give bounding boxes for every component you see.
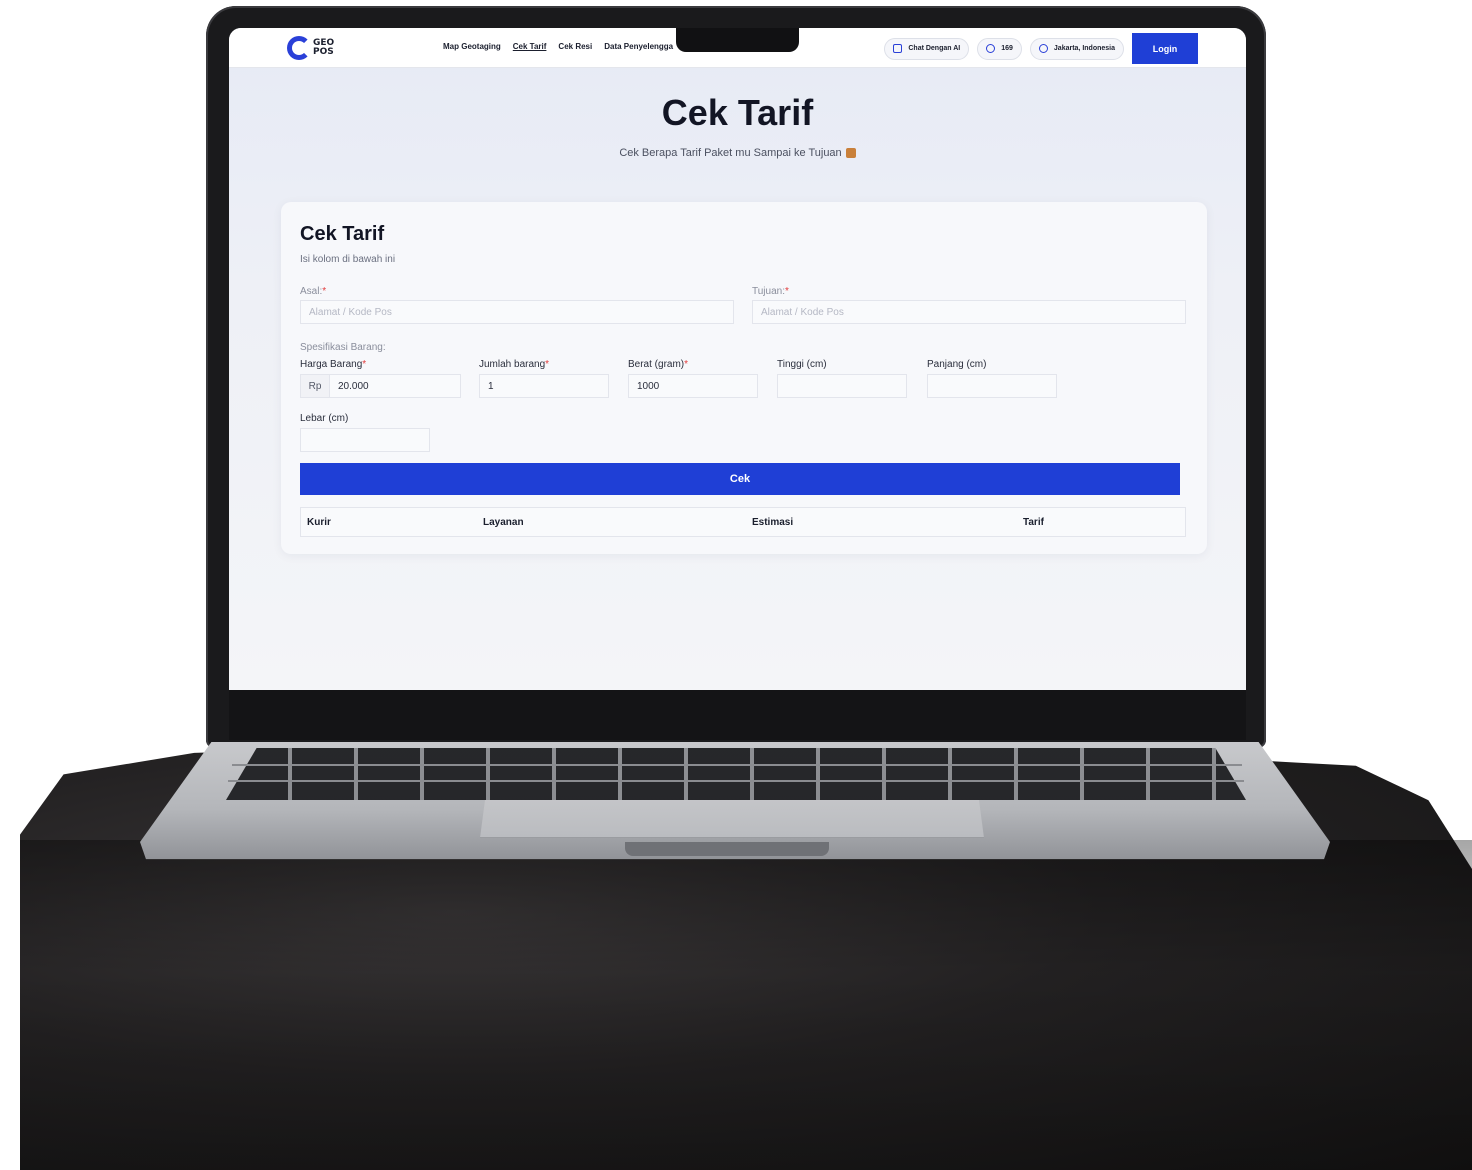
geopos-logo[interactable]: GEO POS <box>287 36 339 60</box>
required-mark: * <box>545 359 550 370</box>
laptop-trackpad <box>480 800 984 838</box>
jumlah-label: Jumlah barang* <box>479 359 549 370</box>
logo-g-icon <box>287 36 311 60</box>
jumlah-input[interactable]: 1 <box>479 374 609 398</box>
keyboard-row-gap <box>232 764 1242 766</box>
nav-link-data-penyelenggara[interactable]: Data Penyelengga <box>604 42 673 51</box>
harga-label: Harga Barang* <box>300 359 366 370</box>
laptop-keyboard <box>226 748 1246 800</box>
camera-notch <box>676 28 799 52</box>
asal-placeholder: Alamat / Kode Pos <box>309 306 392 318</box>
lebar-label: Lebar (cm) <box>300 413 349 424</box>
column-layanan: Layanan <box>483 517 524 528</box>
tariff-form-card: Cek Tarif Isi kolom di bawah ini Asal:* … <box>281 202 1207 554</box>
rock-shading <box>20 840 1472 1170</box>
required-mark: * <box>784 286 789 297</box>
laptop-front-notch <box>625 842 829 856</box>
column-kurir: Kurir <box>307 517 331 528</box>
berat-label: Berat (gram)* <box>628 359 688 370</box>
harga-currency-prefix: Rp <box>300 374 330 398</box>
chat-bubble-icon <box>893 44 903 53</box>
location-pin-icon <box>1038 44 1048 53</box>
column-tarif: Tarif <box>1023 517 1044 528</box>
laptop-screen: GEO POS Map Geotaging Cek Tarif Cek Resi… <box>229 28 1246 690</box>
lebar-input[interactable] <box>300 428 430 452</box>
results-table-header: Kurir Layanan Estimasi Tarif <box>300 507 1186 537</box>
asal-label-text: Asal: <box>300 286 323 297</box>
berat-label-text: Berat (gram) <box>628 359 685 370</box>
login-button[interactable]: Login <box>1132 33 1198 64</box>
tujuan-input[interactable]: Alamat / Kode Pos <box>752 300 1186 324</box>
form-title: Cek Tarif <box>300 223 385 245</box>
tujuan-placeholder: Alamat / Kode Pos <box>761 306 844 318</box>
nav-link-cek-resi[interactable]: Cek Resi <box>558 42 592 51</box>
harga-label-text: Harga Barang <box>300 359 363 370</box>
jumlah-label-text: Jumlah barang <box>479 359 546 370</box>
form-subtitle: Isi kolom di bawah ini <box>300 254 396 265</box>
berat-input[interactable]: 1000 <box>628 374 758 398</box>
asal-label: Asal:* <box>300 286 326 297</box>
required-mark: * <box>362 359 367 370</box>
package-icon <box>845 148 856 159</box>
page-subtitle-text: Cek Berapa Tarif Paket mu Sampai ke Tuju… <box>619 147 842 159</box>
cek-button[interactable]: Cek <box>300 463 1180 495</box>
nav-links: Map Geotaging Cek Tarif Cek Resi Data Pe… <box>443 42 673 51</box>
product-mockup: GEO POS Map Geotaging Cek Tarif Cek Resi… <box>0 0 1472 1170</box>
panjang-label: Panjang (cm) <box>927 359 987 370</box>
required-mark: * <box>684 359 689 370</box>
phone-button[interactable]: 169 <box>977 37 1022 60</box>
location-button[interactable]: Jakarta, Indonesia <box>1029 37 1124 60</box>
location-label: Jakarta, Indonesia <box>1053 45 1115 52</box>
nav-actions: Chat Dengan AI 169 Jakarta, Indonesia Lo… <box>884 33 1198 64</box>
keyboard-row-gap <box>228 780 1244 782</box>
phone-label: 169 <box>1001 45 1013 52</box>
tinggi-label: Tinggi (cm) <box>777 359 827 370</box>
required-mark: * <box>322 286 327 297</box>
spec-label: Spesifikasi Barang: <box>300 342 386 353</box>
chat-ai-button[interactable]: Chat Dengan AI <box>884 37 970 60</box>
asal-input[interactable]: Alamat / Kode Pos <box>300 300 734 324</box>
phone-icon <box>986 44 996 53</box>
harga-input[interactable]: 20.000 <box>329 374 461 398</box>
tinggi-input[interactable] <box>777 374 907 398</box>
page-subtitle: Cek Berapa Tarif Paket mu Sampai ke Tuju… <box>229 147 1246 159</box>
page-title: Cek Tarif <box>661 92 814 133</box>
panjang-input[interactable] <box>927 374 1057 398</box>
chat-ai-label: Chat Dengan AI <box>908 45 961 52</box>
nav-link-cek-tarif[interactable]: Cek Tarif <box>513 42 547 51</box>
tujuan-label-text: Tujuan: <box>752 286 785 297</box>
column-estimasi: Estimasi <box>752 517 794 528</box>
tujuan-label: Tujuan:* <box>752 286 789 297</box>
logo-text: GEO POS <box>313 38 335 57</box>
laptop-chin <box>229 690 1246 740</box>
nav-link-map-geotaging[interactable]: Map Geotaging <box>443 42 501 51</box>
